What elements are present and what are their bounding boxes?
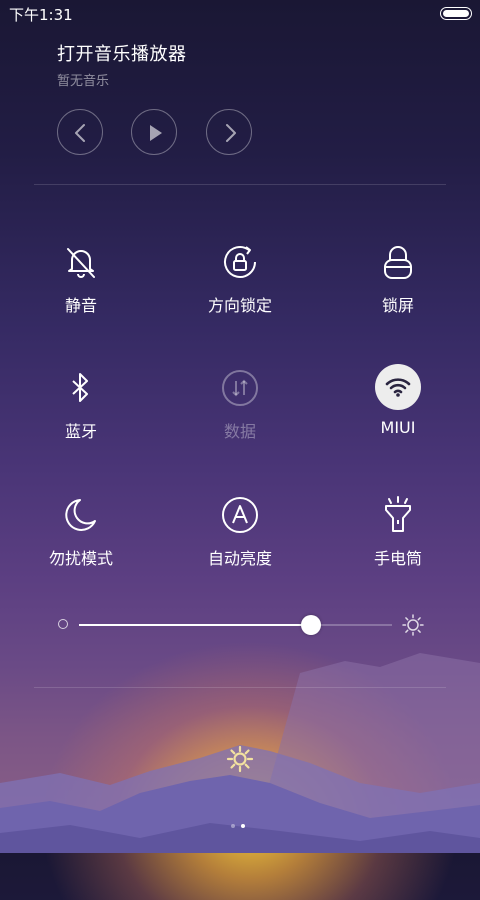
toggle-label: 蓝牙 [64,422,97,441]
battery-full-icon [440,7,472,20]
toggle-label: 数据 [223,422,256,441]
brightness-slider-fill [79,624,311,626]
bell-off-icon [67,248,95,278]
toggle-lock-screen[interactable]: 锁屏 [338,241,458,321]
brightness-slider[interactable] [79,624,392,626]
toggle-label: 锁屏 [381,296,414,315]
brightness-min-icon [58,619,68,629]
play-button[interactable] [131,109,177,155]
toggle-label: 手电筒 [373,549,422,568]
toggle-flashlight[interactable]: 手电筒 [338,494,458,574]
page-dot-active [241,824,245,828]
lock-icon [384,246,412,279]
status-time: 下午1:31 [9,6,73,24]
previous-icon [75,124,85,142]
toggle-label: 静音 [64,296,97,315]
bluetooth-icon [72,373,88,402]
next-button[interactable] [206,109,252,155]
previous-button[interactable] [57,109,103,155]
brightness-max-icon [402,614,424,636]
divider [34,687,446,688]
flashlight-icon [385,496,411,532]
toggle-label: 勿扰模式 [48,549,113,568]
toggle-label: MIUI [380,418,416,437]
toggle-mute[interactable]: 静音 [21,241,141,321]
toggle-wifi[interactable]: MIUI [338,364,458,447]
music-subtitle: 暂无音乐 [57,74,110,89]
music-title[interactable]: 打开音乐播放器 [57,40,187,66]
mobile-data-icon [222,370,258,406]
wifi-icon [385,378,411,397]
music-widget[interactable]: 打开音乐播放器 暂无音乐 [57,40,187,89]
toggle-rotation-lock[interactable]: 方向锁定 [180,241,300,321]
settings-gear-icon[interactable] [226,745,254,773]
toggle-mobile-data[interactable]: 数据 [180,367,300,447]
rotation-lock-icon [224,246,256,278]
toggle-do-not-disturb[interactable]: 勿扰模式 [21,494,141,574]
status-bar: 下午1:31 [0,0,480,26]
toggle-auto-brightness[interactable]: 自动亮度 [180,494,300,574]
next-icon [226,124,236,142]
page-indicator [231,813,251,832]
brightness-slider-thumb[interactable] [300,615,321,635]
page-dot [231,824,235,828]
toggle-bluetooth[interactable]: 蓝牙 [21,367,141,447]
moon-icon [65,499,96,531]
toggle-label: 自动亮度 [207,549,272,568]
play-icon [150,125,162,141]
toggle-label: 方向锁定 [207,296,272,315]
divider [34,184,446,185]
auto-brightness-icon [222,497,258,533]
